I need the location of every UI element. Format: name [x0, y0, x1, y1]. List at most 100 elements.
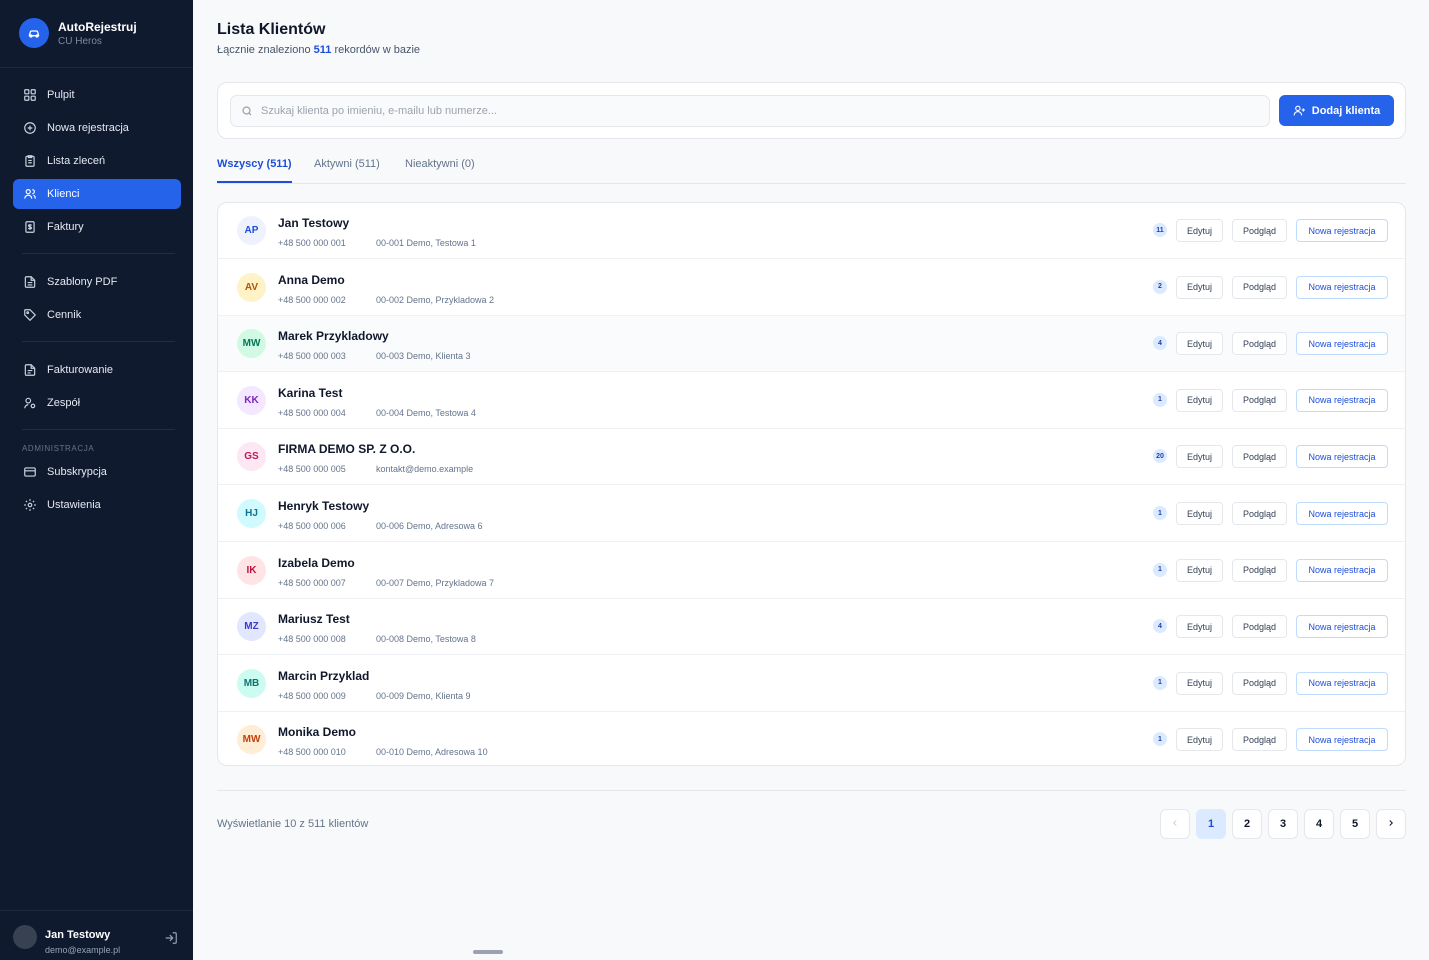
users-icon: [22, 186, 38, 202]
user-profile: Jan Testowy demo@example.pl: [0, 910, 193, 960]
client-name[interactable]: Marek Przykladowy: [278, 329, 389, 343]
sidebar-item-ustawienia[interactable]: Ustawienia: [13, 490, 181, 520]
page-button-4[interactable]: 4: [1304, 809, 1334, 839]
prev-page-button[interactable]: [1160, 809, 1190, 839]
edit-button[interactable]: Edytuj: [1176, 219, 1223, 242]
logout-icon[interactable]: [164, 931, 178, 945]
sidebar-item-label: Nowa rejestracja: [47, 122, 129, 134]
user-gear-icon: [22, 395, 38, 411]
new-registration-button[interactable]: Nowa rejestracja: [1296, 275, 1388, 299]
tab-active[interactable]: Aktywni (511): [314, 158, 380, 183]
sidebar: AutoRejestruj CU Heros Pulpit Nowa rejes…: [0, 0, 193, 960]
tag-icon: [22, 307, 38, 323]
client-detail: 00-006 Demo, Adresowa 6: [376, 521, 483, 531]
new-registration-button[interactable]: Nowa rejestracja: [1296, 502, 1388, 525]
edit-button[interactable]: Edytuj: [1176, 388, 1223, 412]
new-registration-button[interactable]: Nowa rejestracja: [1296, 445, 1388, 469]
client-row[interactable]: MW Marek Przykladowy +48 500 000 003 00-003…: [218, 316, 1405, 373]
client-name[interactable]: FIRMA DEMO SP. Z O.O.: [278, 442, 415, 456]
search-field[interactable]: [230, 95, 1270, 127]
client-detail: kontakt@demo.example: [376, 464, 474, 475]
new-registration-button[interactable]: Nowa rejestracja: [1296, 558, 1388, 582]
client-name[interactable]: Mariusz Test: [278, 612, 350, 626]
view-button[interactable]: Podgląd: [1232, 502, 1287, 525]
view-button[interactable]: Podgląd: [1232, 219, 1287, 242]
sidebar-item-faktury[interactable]: Faktury: [13, 212, 181, 242]
new-registration-button[interactable]: Nowa rejestracja: [1296, 332, 1388, 356]
new-registration-button[interactable]: Nowa rejestracja: [1296, 219, 1388, 242]
page-title: Lista Klientów: [217, 21, 326, 38]
sidebar-item-klienci[interactable]: Klienci: [13, 179, 181, 209]
file-text-icon: [22, 362, 38, 378]
view-button[interactable]: Podgląd: [1232, 445, 1287, 469]
edit-button[interactable]: Edytuj: [1176, 445, 1223, 469]
client-row[interactable]: AV Anna Demo +48 500 000 002 00-002 Demo, P…: [218, 260, 1405, 316]
sidebar-item-subskrypcja[interactable]: Subskrypcja: [13, 457, 181, 487]
client-name[interactable]: Jan Testowy: [278, 216, 349, 230]
tab-bar: Wszyscy (511) Aktywni (511) Nieaktywni (…: [217, 150, 1406, 184]
client-name[interactable]: Monika Demo: [278, 725, 356, 739]
edit-button[interactable]: Edytuj: [1176, 502, 1223, 525]
client-row[interactable]: MB Marcin Przyklad +48 500 000 009 00-009 D…: [218, 656, 1405, 712]
client-name[interactable]: Izabela Demo: [278, 556, 355, 570]
sidebar-item-fakturowanie[interactable]: Fakturowanie: [13, 355, 181, 385]
file-icon: [22, 274, 38, 290]
client-name[interactable]: Henryk Testowy: [278, 499, 369, 513]
page-button-5[interactable]: 5: [1340, 809, 1370, 839]
client-row[interactable]: IK Izabela Demo +48 500 000 007 00-007 Demo…: [218, 543, 1405, 599]
avatar: GS: [237, 442, 266, 472]
new-registration-button[interactable]: Nowa rejestracja: [1296, 671, 1388, 695]
avatar[interactable]: [13, 925, 37, 949]
client-row[interactable]: HJ Henryk Testowy +48 500 000 006 00-006 De…: [218, 486, 1405, 542]
sidebar-item-lista-zlecen[interactable]: Lista zleceń: [13, 146, 181, 176]
client-row[interactable]: AP Jan Testowy +48 500 000 001 00-001 Demo,…: [218, 203, 1405, 259]
view-button[interactable]: Podgląd: [1232, 558, 1287, 582]
client-row[interactable]: MW Monika Demo +48 500 000 010 00-010 Demo,…: [218, 712, 1405, 765]
client-detail: 00-002 Demo, Przykladowa 2: [376, 294, 495, 305]
tab-all[interactable]: Wszyscy (511): [217, 158, 292, 183]
new-registration-button[interactable]: Nowa rejestracja: [1296, 388, 1388, 412]
new-registration-button[interactable]: Nowa rejestracja: [1296, 615, 1388, 639]
client-row[interactable]: KK Karina Test +48 500 000 004 00-004 Demo,…: [218, 373, 1405, 429]
client-row[interactable]: GS FIRMA DEMO SP. Z O.O. +48 500 000 005 ko…: [218, 429, 1405, 486]
scroll-handle[interactable]: [473, 950, 503, 954]
client-name[interactable]: Karina Test: [278, 386, 342, 400]
client-name[interactable]: Anna Demo: [278, 273, 345, 287]
sidebar-item-label: Cennik: [47, 309, 82, 321]
edit-button[interactable]: Edytuj: [1176, 275, 1223, 299]
view-button[interactable]: Podgląd: [1232, 728, 1287, 752]
sidebar-item-szablony-pdf[interactable]: Szablony PDF: [13, 267, 181, 297]
new-registration-button[interactable]: Nowa rejestracja: [1296, 728, 1388, 752]
view-button[interactable]: Podgląd: [1232, 275, 1287, 299]
client-row[interactable]: MZ Mariusz Test +48 500 000 008 00-008 Demo…: [218, 599, 1405, 656]
edit-button[interactable]: Edytuj: [1176, 728, 1223, 752]
page-button-1[interactable]: 1: [1196, 809, 1226, 839]
search-input[interactable]: [261, 105, 1241, 117]
sidebar-item-label: Pulpit: [47, 89, 75, 101]
sidebar-item-label: Lista zleceń: [47, 155, 106, 167]
next-page-button[interactable]: [1376, 809, 1406, 839]
edit-button[interactable]: Edytuj: [1176, 615, 1223, 639]
view-button[interactable]: Podgląd: [1232, 332, 1287, 356]
edit-button[interactable]: Edytuj: [1176, 558, 1223, 582]
client-name[interactable]: Marcin Przyklad: [278, 669, 369, 683]
client-detail: 00-010 Demo, Adresowa 10: [376, 747, 488, 758]
sidebar-item-pulpit[interactable]: Pulpit: [13, 80, 181, 110]
add-client-button[interactable]: Dodaj klienta: [1279, 95, 1394, 126]
edit-button[interactable]: Edytuj: [1176, 332, 1223, 356]
client-phone: +48 500 000 009: [278, 690, 346, 701]
avatar: AP: [237, 216, 266, 245]
view-button[interactable]: Podgląd: [1232, 388, 1287, 412]
sidebar-item-nowa-rejestracja[interactable]: Nowa rejestracja: [13, 113, 181, 143]
page-button-2[interactable]: 2: [1232, 809, 1262, 839]
edit-button[interactable]: Edytuj: [1176, 671, 1223, 695]
tab-inactive[interactable]: Nieaktywni (0): [405, 158, 475, 183]
sidebar-item-zespol[interactable]: Zespół: [13, 388, 181, 418]
sidebar-item-cennik[interactable]: Cennik: [13, 300, 181, 330]
view-button[interactable]: Podgląd: [1232, 671, 1287, 695]
client-detail: 00-008 Demo, Testowa 8: [376, 634, 476, 645]
view-button[interactable]: Podgląd: [1232, 615, 1287, 639]
page-button-3[interactable]: 3: [1268, 809, 1298, 839]
divider: [217, 790, 1406, 791]
client-phone: +48 500 000 005: [278, 464, 346, 475]
